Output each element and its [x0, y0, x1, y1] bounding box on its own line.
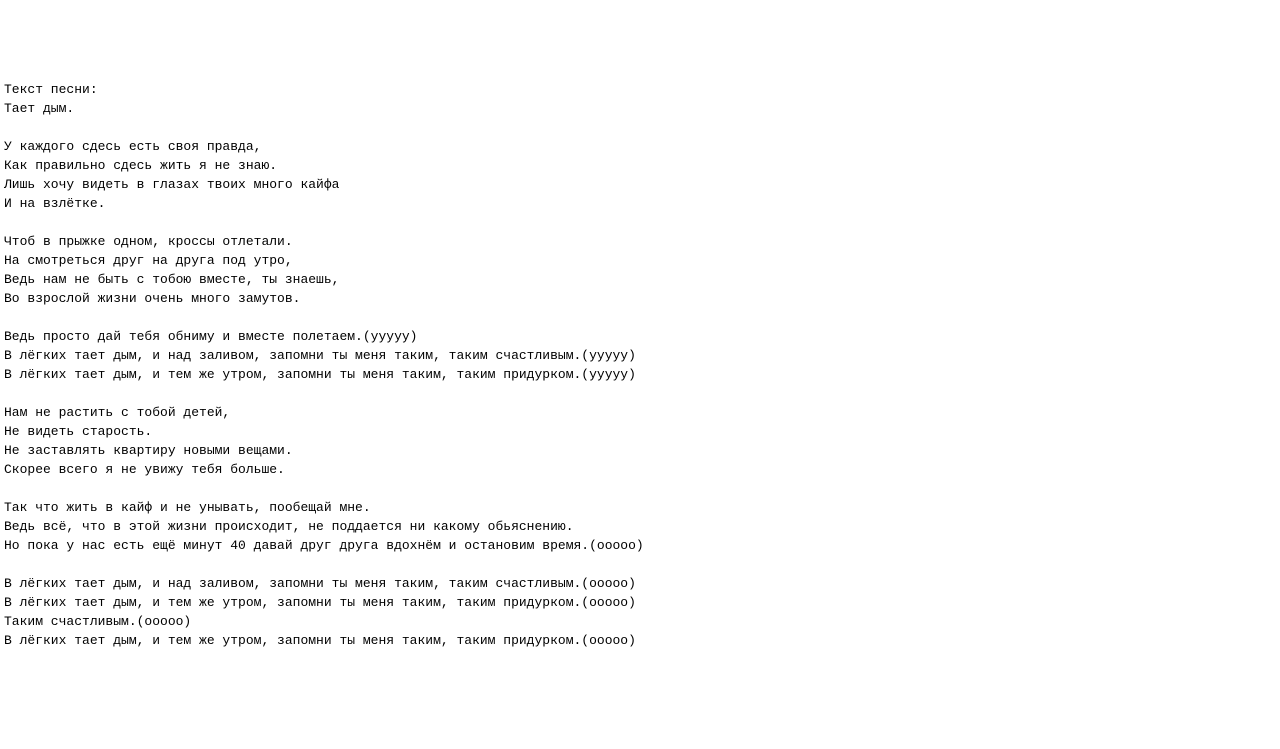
- lyric-line: В лёгких тает дым, и тем же утром, запом…: [4, 367, 636, 382]
- lyric-line: Ведь просто дай тебя обниму и вместе пол…: [4, 329, 417, 344]
- lyric-line: Чтоб в прыжке одном, кроссы отлетали.: [4, 234, 293, 249]
- lyric-line: Но пока у нас есть ещё минут 40 давай др…: [4, 538, 644, 553]
- lyric-line: На смотреться друг на друга под утро,: [4, 253, 293, 268]
- lyrics-block: Текст песни: Тает дым. У каждого сдесь е…: [4, 80, 1276, 650]
- lyric-line: В лёгких тает дым, и тем же утром, запом…: [4, 595, 636, 610]
- lyric-line: Нам не растить с тобой детей,: [4, 405, 230, 420]
- lyric-line: Скорее всего я не увижу тебя больше.: [4, 462, 285, 477]
- lyric-line: И на взлётке.: [4, 196, 105, 211]
- lyric-line: В лёгких тает дым, и над заливом, запомн…: [4, 576, 636, 591]
- header-label: Текст песни:: [4, 82, 98, 97]
- lyric-line: Ведь всё, что в этой жизни происходит, н…: [4, 519, 574, 534]
- lyric-line: Ведь нам не быть с тобою вместе, ты знае…: [4, 272, 339, 287]
- lyric-line: Не видеть старость.: [4, 424, 152, 439]
- lyric-line: Во взрослой жизни очень много замутов.: [4, 291, 300, 306]
- lyric-line: У каждого сдесь есть своя правда,: [4, 139, 261, 154]
- song-title: Тает дым.: [4, 101, 74, 116]
- lyric-line: В лёгких тает дым, и над заливом, запомн…: [4, 348, 636, 363]
- lyric-line: В лёгких тает дым, и тем же утром, запом…: [4, 633, 636, 648]
- lyric-line: Так что жить в кайф и не унывать, пообещ…: [4, 500, 371, 515]
- lyric-line: Не заставлять квартиру новыми вещами.: [4, 443, 293, 458]
- lyric-line: Как правильно сдесь жить я не знаю.: [4, 158, 277, 173]
- lyric-line: Лишь хочу видеть в глазах твоих много ка…: [4, 177, 339, 192]
- lyric-line: Таким счастливым.(ооооо): [4, 614, 191, 629]
